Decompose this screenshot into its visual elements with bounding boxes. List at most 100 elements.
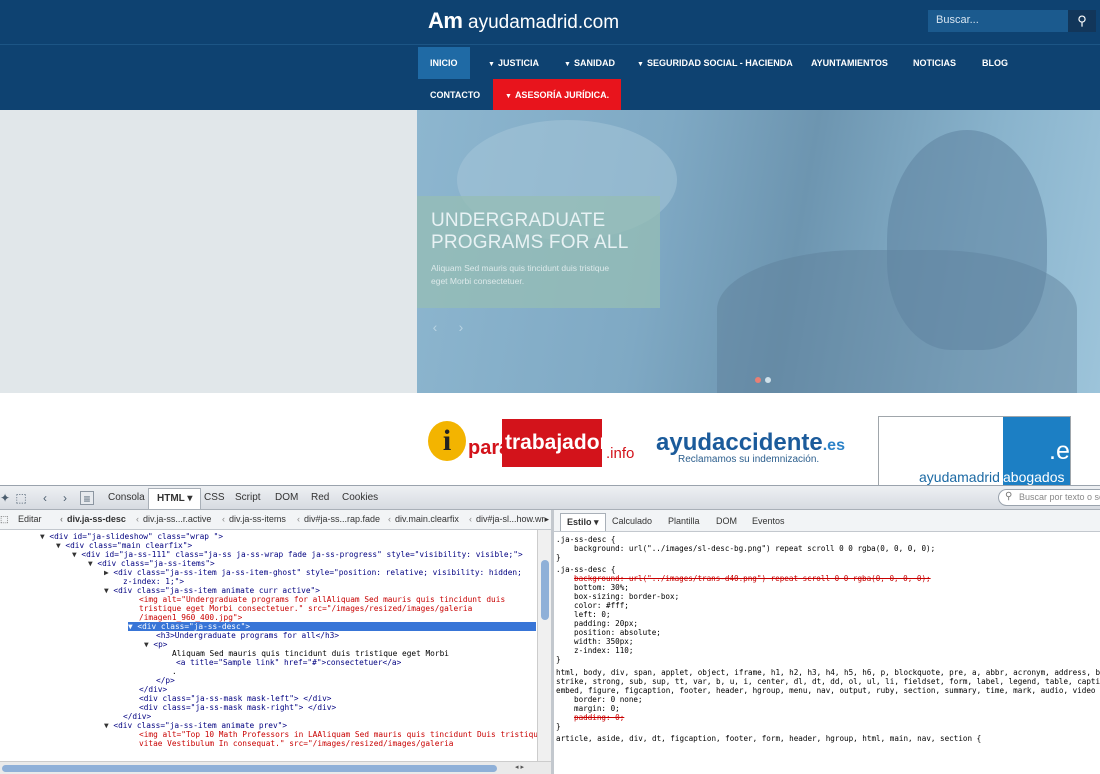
slide-dot[interactable]: [765, 377, 771, 383]
scrollbar-thumb[interactable]: [541, 560, 549, 620]
tab-estilo[interactable]: Estilo ▾: [560, 513, 606, 531]
css-property[interactable]: padding: 20px;: [574, 619, 638, 628]
html-node: .: [172, 667, 177, 676]
nav-item-seguridad-social[interactable]: ▼ SEGURIDAD SOCIAL - HACIENDA: [625, 47, 805, 79]
site-search-button[interactable]: ⚲: [1068, 10, 1096, 32]
html-node-text: <img alt="Undergraduate programs for all…: [139, 595, 506, 604]
css-selector[interactable]: html, body, div, span, applet, object, i…: [556, 668, 1100, 677]
css-property[interactable]: border: 0 none;: [574, 695, 643, 704]
html-node-text: z-index: 1;">: [123, 577, 185, 586]
nav-item-contacto[interactable]: CONTACTO: [418, 79, 492, 111]
css-property[interactable]: left: 0;: [574, 610, 611, 619]
css-selector[interactable]: embed, figure, figcaption, footer, heade…: [556, 686, 1095, 695]
site-logo[interactable]: Am ayudamadrid.com: [428, 8, 619, 34]
nav-item-ayuntamientos[interactable]: AYUNTAMIENTOS: [799, 47, 900, 79]
site-search-input[interactable]: Buscar...: [928, 10, 1068, 32]
html-node[interactable]: <img alt="Undergraduate programs for all…: [139, 595, 505, 604]
nav-item-blog[interactable]: BLOG: [970, 47, 1020, 79]
html-node[interactable]: ▼ <div class="ja-ss-items">: [88, 559, 215, 568]
back-icon[interactable]: ‹: [38, 491, 52, 505]
html-node-text: /imagen1_960_400.jpg">: [139, 613, 243, 622]
tab-dom-side[interactable]: DOM: [710, 513, 743, 531]
html-node[interactable]: ▼ <p>: [144, 640, 167, 649]
tab-script[interactable]: Script: [227, 488, 269, 509]
tab-dom[interactable]: DOM: [267, 488, 306, 509]
tab-html[interactable]: HTML ▾: [148, 488, 202, 509]
html-node[interactable]: <img alt="Top 10 Math Professors in LAAl…: [139, 730, 537, 739]
logo-ayudaccidente[interactable]: ayudaccidente.es Reclamamos su indemniza…: [656, 429, 845, 465]
chevron-right-icon: ▸: [544, 514, 550, 524]
tab-red[interactable]: Red: [303, 488, 337, 509]
inspect-icon[interactable]: ⬚: [14, 491, 28, 505]
breadcrumb-item[interactable]: ‹ div#ja-sl...how.wr▸: [469, 514, 549, 525]
html-node-text: <div class="ja-ss-mask mask-right"> </di…: [139, 703, 337, 712]
html-node[interactable]: ▼ <div class="main clearfix">: [56, 541, 192, 550]
html-node[interactable]: </div>: [139, 685, 167, 694]
edit-button[interactable]: Editar: [18, 514, 42, 524]
css-property-overridden[interactable]: background: url("../images/trans-d40.png…: [574, 574, 931, 583]
slide-text-line[interactable]: eget Morbi consectetuer.: [431, 275, 646, 288]
html-node-text: <div class="ja-ss-item animate curr acti…: [113, 586, 320, 595]
html-node[interactable]: ▼ <div class="ja-ss-item animate prev">: [104, 721, 287, 730]
css-property[interactable]: z-index: 110;: [574, 646, 633, 655]
html-node[interactable]: <div class="ja-ss-mask mask-right"> </di…: [139, 703, 336, 712]
nav-item-justicia[interactable]: ▼ JUSTICIA: [476, 47, 551, 79]
nav-item-sanidad[interactable]: ▼ SANIDAD: [552, 47, 627, 79]
tab-cookies[interactable]: Cookies: [334, 488, 386, 509]
html-node[interactable]: </p>: [156, 676, 175, 685]
html-node: vitae Vestibulum In consequat." src="/im…: [139, 739, 454, 748]
tab-consola[interactable]: Consola: [100, 488, 153, 509]
scrollbar-thumb[interactable]: [2, 765, 497, 772]
breadcrumb-item[interactable]: ‹ div.ja-ss-desc: [60, 514, 126, 524]
chevron-left-icon[interactable]: ‹: [425, 315, 445, 339]
breadcrumb-item[interactable]: ‹ div#ja-ss...rap.fade: [297, 514, 380, 524]
nav-item-noticias[interactable]: NOTICIAS: [901, 47, 968, 79]
css-selector[interactable]: article, aside, div, dt, figcaption, foo…: [556, 734, 981, 743]
css-property[interactable]: position: absolute;: [574, 628, 661, 637]
slide-dot[interactable]: [755, 377, 761, 383]
breadcrumb-item[interactable]: ‹ div.main.clearfix: [388, 514, 459, 524]
html-node[interactable]: ▼ <div id="ja-slideshow" class="wrap ">: [40, 532, 223, 541]
css-property[interactable]: margin: 0;: [574, 704, 620, 713]
html-node-text: vitae Vestibulum In consequat." src="/im…: [139, 739, 454, 748]
html-node-text: <div class="ja-ss-items">: [97, 559, 215, 568]
tab-calculado[interactable]: Calculado: [606, 513, 658, 531]
nav-item-asesoria[interactable]: ▼ ASESORÍA JURÍDICA.: [493, 79, 622, 111]
hero-image-shape: [887, 130, 1047, 350]
html-node[interactable]: <a title="Sample link" href="#">consecte…: [176, 658, 401, 667]
html-node[interactable]: ▶ <div class="ja-ss-item ja-ss-item-ghos…: [104, 568, 522, 577]
html-horizontal-scrollbar[interactable]: ◂ ▸: [0, 761, 551, 774]
css-selector[interactable]: strike, strong, sub, sup, tt, var, b, u,…: [556, 677, 1100, 686]
html-node[interactable]: ▼ <div id="ja-ss-111" class="ja-ss ja-ss…: [72, 550, 523, 559]
firebug-icon[interactable]: ✦: [0, 491, 12, 505]
tab-eventos[interactable]: Eventos: [746, 513, 791, 531]
html-node[interactable]: ▼ <div class="ja-ss-item animate curr ac…: [104, 586, 320, 595]
html-node-text: <div id="ja-slideshow" class="wrap ">: [49, 532, 224, 541]
breadcrumb-item[interactable]: ‹ div.ja-ss...r.active: [136, 514, 211, 524]
hero-left-panel: [0, 110, 417, 393]
logo-ayudamadrid-abogados[interactable]: .es ayudamadrid abogados: [878, 416, 1071, 486]
css-selector[interactable]: .ja-ss-desc {: [556, 565, 615, 574]
html-breadcrumb: ⬚ Editar ‹ div.ja-ss-desc ‹ div.ja-ss...r.…: [0, 510, 555, 530]
tab-plantilla[interactable]: Plantilla: [662, 513, 706, 531]
css-selector[interactable]: .ja-ss-desc {: [556, 535, 615, 544]
css-property[interactable]: box-sizing: border-box;: [574, 592, 679, 601]
forward-icon[interactable]: ›: [58, 491, 72, 505]
command-line-icon[interactable]: ≡: [80, 491, 94, 506]
css-property[interactable]: width: 350px;: [574, 637, 633, 646]
devtools-search-input[interactable]: ⚲ Buscar por texto o sele: [998, 489, 1100, 506]
chevron-down-icon: ▼: [564, 61, 571, 68]
css-property-overridden[interactable]: padding: 0;: [574, 713, 624, 722]
breadcrumb-item[interactable]: ‹ div.ja-ss-items: [222, 514, 286, 524]
html-node[interactable]: </div>: [123, 712, 151, 721]
nav-item-inicio[interactable]: INICIO: [418, 47, 470, 79]
css-property[interactable]: color: #fff;: [574, 601, 629, 610]
html-node-selected[interactable]: ▼ <div class="ja-ss-desc">: [128, 622, 536, 631]
css-property[interactable]: background: url("../images/sl-desc-bg.pn…: [574, 544, 935, 553]
html-node[interactable]: <h3>Undergraduate programs for all</h3>: [156, 631, 339, 640]
html-vertical-scrollbar[interactable]: [537, 530, 551, 761]
scroll-arrows-icon[interactable]: ◂ ▸: [515, 762, 524, 774]
css-property[interactable]: bottom: 30%;: [574, 583, 629, 592]
html-node[interactable]: <div class="ja-ss-mask mask-left"> </div…: [139, 694, 331, 703]
chevron-right-icon[interactable]: ›: [451, 315, 471, 339]
